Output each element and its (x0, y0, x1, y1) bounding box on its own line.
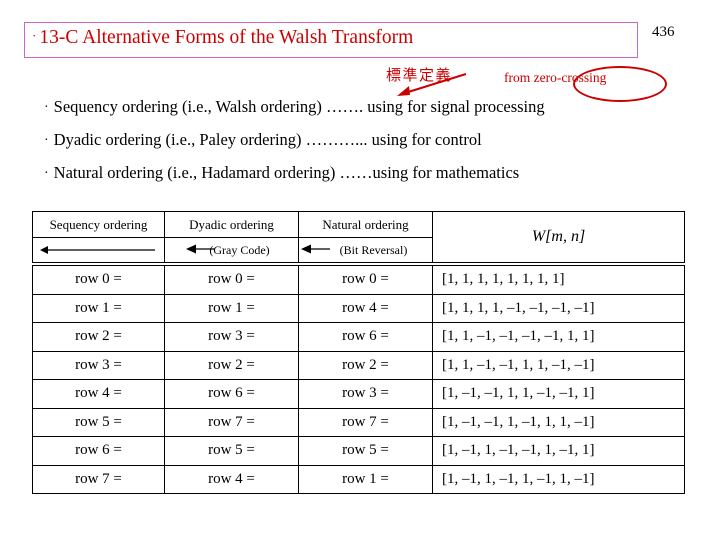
bullet-text-2: Dyadic ordering (i.e., Paley ordering) …… (53, 130, 482, 149)
table-row: row 7 = row 4 = row 1 = [1, –1, 1, –1, 1, –… (32, 464, 685, 494)
cell-natural: row 5 = (298, 436, 433, 466)
bullet-marker-2: · (44, 133, 49, 148)
bullet-text-3: Natural ordering (i.e., Hadamard orderin… (53, 163, 520, 182)
cell-natural: row 3 = (298, 379, 433, 409)
cell-natural: row 4 = (298, 293, 433, 323)
cell-sequency: row 3 = (32, 350, 165, 380)
subheader-gray-code: (Gray Code) (164, 237, 299, 263)
cell-sequency: row 4 = (32, 379, 165, 409)
header-dyadic-ordering: Dyadic ordering (164, 211, 299, 238)
subheader-sequency-arrow-cell (32, 237, 165, 263)
cell-natural: row 2 = (298, 350, 433, 380)
cell-natural: row 1 = (298, 464, 433, 494)
bullet-text-1: Sequency ordering (i.e., Walsh ordering)… (53, 97, 545, 116)
title-label: 13-C Alternative Forms of the Walsh Tran… (39, 27, 414, 48)
cell-dyadic: row 0 = (164, 265, 299, 295)
cell-sequency: row 6 = (32, 436, 165, 466)
cell-natural: row 6 = (298, 322, 433, 352)
bullet-sequency-ordering: · Sequency ordering (i.e., Walsh ordering… (44, 97, 545, 117)
cell-vector: [1, 1, 1, 1, –1, –1, –1, –1] (432, 293, 685, 323)
cell-vector: [1, –1, –1, 1, –1, 1, 1, –1] (432, 407, 685, 437)
zero-crossing-ellipse-highlight (573, 66, 667, 102)
bullet-natural-ordering: · Natural ordering (i.e., Hadamard orderi… (44, 163, 519, 183)
bullet-marker-1: · (44, 100, 49, 115)
subheader-bit-reversal-label: (Bit Reversal) (339, 242, 408, 257)
annotation-arrow-icon (397, 73, 467, 96)
cell-vector: [1, 1, –1, –1, –1, –1, 1, 1] (432, 322, 685, 352)
cell-dyadic: row 2 = (164, 350, 299, 380)
cell-dyadic: row 4 = (164, 464, 299, 494)
table-row: row 1 = row 1 = row 4 = [1, 1, 1, 1, –1, –1… (32, 293, 685, 323)
walsh-ordering-table: Sequency ordering Dyadic ordering Natura… (32, 211, 685, 263)
cell-dyadic: row 3 = (164, 322, 299, 352)
cell-vector: [1, –1, –1, 1, 1, –1, –1, 1] (432, 379, 685, 409)
cell-vector: [1, 1, –1, –1, 1, 1, –1, –1] (432, 350, 685, 380)
cell-dyadic: row 7 = (164, 407, 299, 437)
subheader-gray-code-label: (Gray Code) (209, 242, 270, 257)
cell-sequency: row 2 = (32, 322, 165, 352)
header-sequency-ordering: Sequency ordering (32, 211, 165, 238)
cell-sequency: row 5 = (32, 407, 165, 437)
cell-dyadic: row 5 = (164, 436, 299, 466)
cell-sequency: row 7 = (32, 464, 165, 494)
left-arrow-icon-1 (39, 246, 155, 254)
page-number: 436 (652, 24, 675, 40)
cell-sequency: row 0 = (32, 265, 165, 295)
cell-vector: [1, 1, 1, 1, 1, 1, 1, 1] (432, 265, 685, 295)
cell-dyadic: row 1 = (164, 293, 299, 323)
cell-dyadic: row 6 = (164, 379, 299, 409)
cell-sequency: row 1 = (32, 293, 165, 323)
bullet-dyadic-ordering: · Dyadic ordering (i.e., Paley ordering) … (44, 130, 482, 150)
header-w-m-n: W[m, n] (432, 211, 685, 263)
title-bullet-marker: · (32, 28, 37, 43)
header-natural-ordering: Natural ordering (298, 211, 433, 238)
bullet-marker-3: · (44, 166, 49, 181)
table-header-row: Sequency ordering Dyadic ordering Natura… (32, 211, 685, 263)
table-row: row 0 = row 0 = row 0 = [1, 1, 1, 1, 1, 1, … (32, 265, 685, 295)
cell-natural: row 7 = (298, 407, 433, 437)
table-row: row 3 = row 2 = row 2 = [1, 1, –1, –1, 1, 1… (32, 350, 685, 380)
cell-vector: [1, –1, 1, –1, –1, 1, –1, 1] (432, 436, 685, 466)
page-title: · 13-C Alternative Forms of the Walsh Tra… (32, 27, 413, 49)
walsh-ordering-table-body: row 0 = row 0 = row 0 = [1, 1, 1, 1, 1, 1, … (32, 265, 685, 494)
table-row: row 2 = row 3 = row 6 = [1, 1, –1, –1, –1, … (32, 322, 685, 352)
table-row: row 5 = row 7 = row 7 = [1, –1, –1, 1, –1, … (32, 407, 685, 437)
table-row: row 4 = row 6 = row 3 = [1, –1, –1, 1, 1, –… (32, 379, 685, 409)
cell-vector: [1, –1, 1, –1, 1, –1, 1, –1] (432, 464, 685, 494)
table-row: row 6 = row 5 = row 5 = [1, –1, 1, –1, –1, … (32, 436, 685, 466)
cell-natural: row 0 = (298, 265, 433, 295)
subheader-bit-reversal: (Bit Reversal) (298, 237, 433, 263)
